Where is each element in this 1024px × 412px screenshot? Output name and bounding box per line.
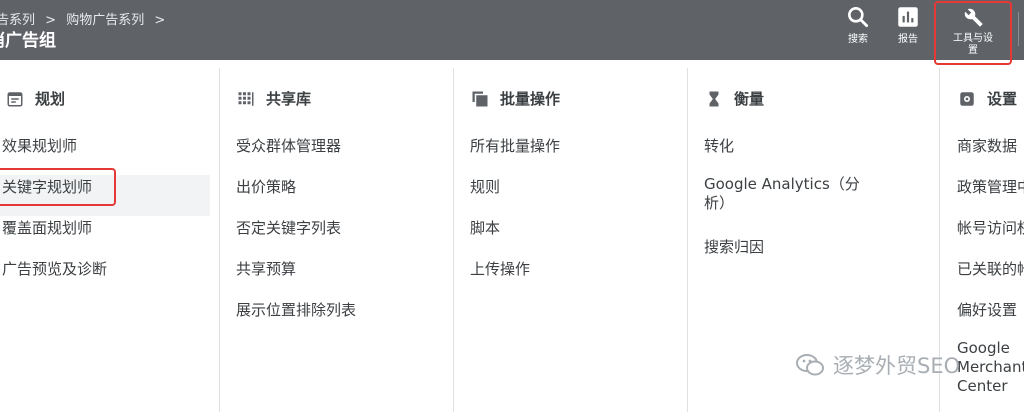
hourglass-icon xyxy=(704,89,724,109)
menu-item-business-data[interactable]: 商家数据 xyxy=(957,134,1024,175)
menu-item-ad-preview-diagnosis[interactable]: 广告预览及诊断 xyxy=(0,257,210,298)
report-icon xyxy=(898,7,918,27)
measurement-title: 衡量 xyxy=(734,90,765,108)
calendar-icon xyxy=(5,89,25,109)
menu-item-google-analytics[interactable]: Google Analytics（分析） xyxy=(704,175,864,235)
top-bar: 告系列 > 购物广告系列 > 消广告组 搜索 报告 工具与设置 xyxy=(0,0,1024,60)
menu-item-bid-strategies[interactable]: 出价策略 xyxy=(236,175,356,216)
column-divider xyxy=(219,68,220,412)
search-label: 搜索 xyxy=(848,34,868,45)
menu-item-shared-budgets[interactable]: 共享预算 xyxy=(236,257,356,298)
breadcrumb-item-shopping-campaigns[interactable]: 购物广告系列 xyxy=(66,13,144,28)
menu-item-preferences[interactable]: 偏好设置 xyxy=(957,298,1024,339)
page-title: 消广告组 xyxy=(0,31,56,51)
menu-item-scripts[interactable]: 脚本 xyxy=(470,216,560,257)
measurement-header: 衡量 xyxy=(704,88,764,109)
bulk-actions-header: 批量操作 xyxy=(470,88,560,109)
bulk-actions-column: 批量操作 所有批量操作 规则 脚本 上传操作 xyxy=(470,60,684,412)
gear-icon xyxy=(957,89,977,109)
search-button[interactable]: 搜索 xyxy=(834,4,882,46)
bulk-actions-title: 批量操作 xyxy=(500,90,561,108)
toolbar-divider xyxy=(1018,12,1019,46)
copy-icon xyxy=(470,89,490,109)
watermark-text: 逐梦外贸SEO xyxy=(833,354,961,378)
column-divider xyxy=(453,68,454,412)
wechat-icon xyxy=(796,354,824,376)
menu-item-negative-keyword-lists[interactable]: 否定关键字列表 xyxy=(236,216,356,257)
settings-title: 设置 xyxy=(987,90,1018,108)
planning-header: 规划 xyxy=(5,88,65,109)
wechat-watermark: 逐梦外贸SEO xyxy=(795,350,960,380)
shared-library-title: 共享库 xyxy=(266,90,312,108)
shared-library-header: 共享库 xyxy=(236,88,311,109)
settings-header: 设置 xyxy=(957,88,1017,109)
menu-item-access-and-security[interactable]: 帐号访问权 xyxy=(957,216,1024,257)
breadcrumb-separator: > xyxy=(154,13,166,28)
shared-library-column: 共享库 受众群体管理器 出价策略 否定关键字列表 共享预算 展示位置排除列表 xyxy=(236,60,450,412)
menu-item-rules[interactable]: 规则 xyxy=(470,175,560,216)
menu-item-search-attribution[interactable]: 搜索归因 xyxy=(704,235,864,276)
menu-item-linked-accounts[interactable]: 已关联的帐 xyxy=(957,257,1024,298)
settings-column: 设置 商家数据 政策管理中 帐号访问权 已关联的帐 偏好设置 Google Me… xyxy=(957,60,1024,412)
reports-button[interactable]: 报告 xyxy=(884,4,932,46)
tools-highlight-box xyxy=(934,1,1012,65)
planning-title: 规划 xyxy=(35,90,66,108)
grid-icon xyxy=(236,89,256,109)
keyword-planner-highlight-box xyxy=(0,168,116,206)
menu-item-reach-planner[interactable]: 覆盖面规划师 xyxy=(0,216,210,257)
menu-item-audience-manager[interactable]: 受众群体管理器 xyxy=(236,134,356,175)
planning-column: 规划 效果规划师 关键字规划师 覆盖面规划师 广告预览及诊断 xyxy=(0,60,212,412)
menu-item-conversions[interactable]: 转化 xyxy=(704,134,864,175)
menu-item-placement-exclusion-lists[interactable]: 展示位置排除列表 xyxy=(236,298,356,339)
reports-label: 报告 xyxy=(898,34,918,45)
column-divider xyxy=(687,68,688,412)
search-icon xyxy=(848,7,869,28)
menu-item-merchant-center[interactable]: Google Merchant Center xyxy=(957,339,1024,399)
menu-item-all-bulk-actions[interactable]: 所有批量操作 xyxy=(470,134,560,175)
menu-item-policy-manager[interactable]: 政策管理中 xyxy=(957,175,1024,216)
menu-item-uploads[interactable]: 上传操作 xyxy=(470,257,560,298)
